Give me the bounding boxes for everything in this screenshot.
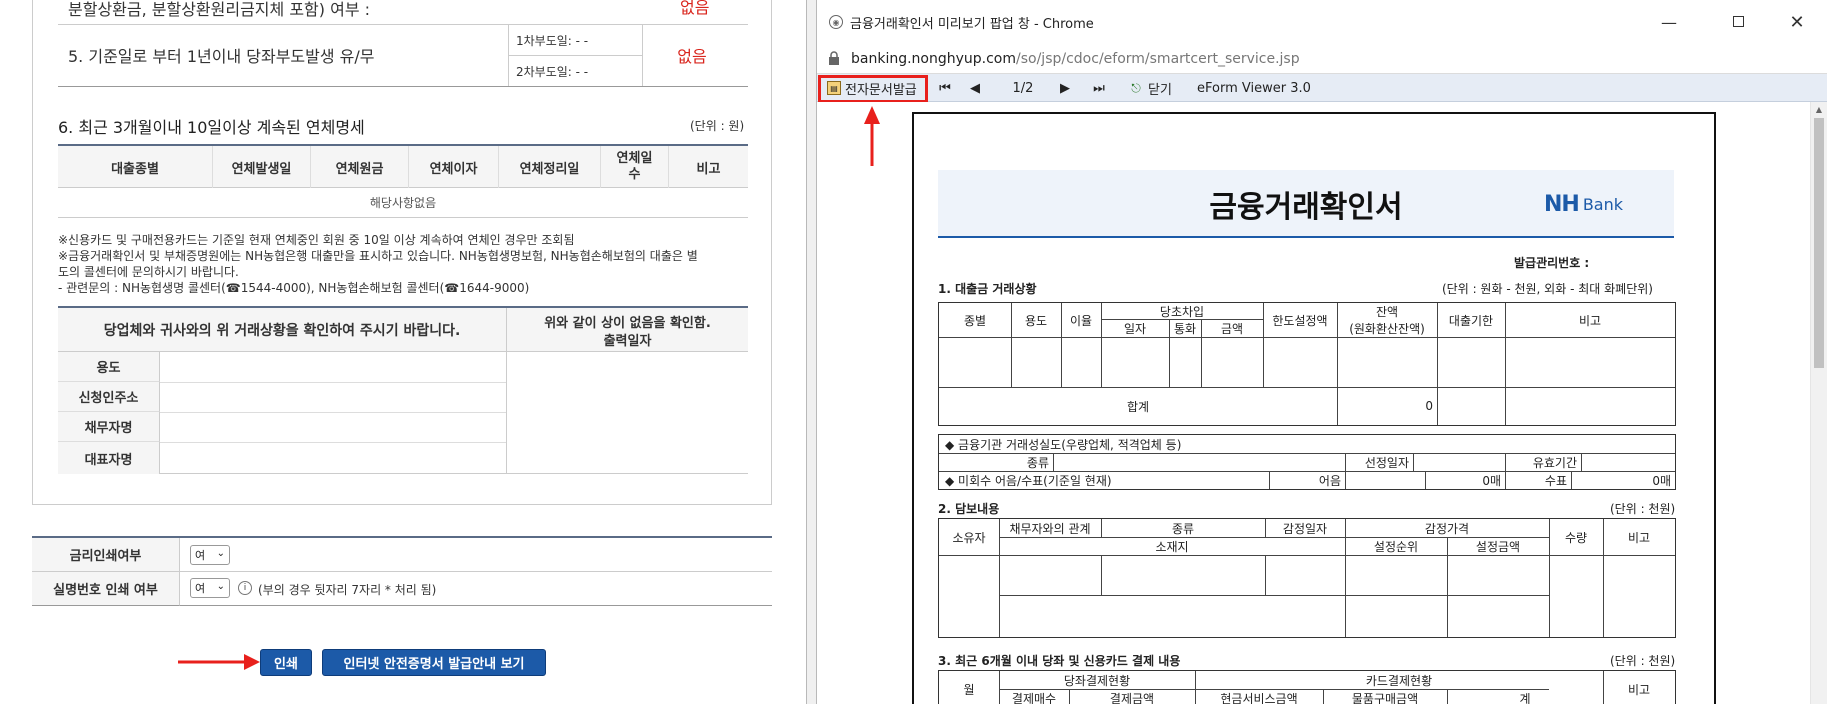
url-bar[interactable]: banking.nonghyup.com/so/jsp/cdoc/eform/s… [817,44,1827,74]
table6-empty: 해당사항없음 [58,188,748,218]
item5-line1: 1차부도일: - - [516,34,589,48]
item5-text: 5. 기준일로 부터 1년이내 당좌부도발생 유/무 [68,47,375,66]
note-2: ※금융거래확인서 및 부채증명원에는 NH농협은행 대출만을 표시하고 있습니다… [58,249,698,263]
scroll-thumb[interactable] [1814,118,1824,368]
print-button[interactable]: 인쇄 [260,649,312,676]
s1-table: 종별 용도 이율 당초차입 일자 통화 금액 한도설정액 잔액 (원화환산잔액)… [938,302,1676,426]
scrollbar[interactable]: ▲ [1810,102,1827,704]
note-1: ※신용카드 및 구매전용카드는 기준일 현재 연체중인 회원 중 10일 이상 … [58,233,575,247]
window-title: 금융거래확인서 미리보기 팝업 창 - Chrome [850,16,1094,32]
chevron-down-icon: ⌄ [216,581,225,592]
exit-icon: ⎋ [1131,80,1141,95]
url-path: /so/jsp/cdoc/eform/smartcert_service.jsp [1016,51,1300,67]
url-domain: banking.nonghyup.com [851,51,1017,67]
window-divider [806,0,817,704]
document-page: 금융거래확인서 NH Bank 발급관리번호 : 1. 대출금 거래상황 (단위 … [912,112,1716,704]
globe-icon: ◉ [829,15,843,29]
issue-number-label: 발급관리번호 : [1514,256,1590,270]
s2-title: 2. 담보내용 [938,502,1000,516]
section6-title: 6. 최근 3개월이내 10일이상 계속된 연체명세 [58,118,365,137]
opt2-label: 실명번호 인쇄 여부 [32,572,180,606]
chevron-down-icon: ⌄ [216,548,225,559]
item5-value: 없음 [677,47,707,66]
s1-unit: (단위 : 원화 - 천원, 외화 - 최대 화폐단위) [1442,282,1653,296]
note-4: - 관련문의 : NH농협생명 콜센터(☎1544-4000), NH농협손해보… [58,281,530,295]
red-up-arrow-icon [864,106,880,166]
viewer-toolbar: ▤ 전자문서발급 ⏮ ◀ 1/2 ▶ ⏭ ⎋ 닫기 eForm Viewer 3… [817,74,1827,103]
info-icon: i [238,581,252,595]
confirm-right2: 출력일자 [603,334,652,349]
confirm-right1: 위와 같이 상이 없음을 확인함. [544,316,711,331]
first-page-icon[interactable]: ⏮ [935,78,955,98]
next-page-icon[interactable]: ▶ [1055,78,1075,98]
close-button[interactable]: 닫기 [1148,78,1172,98]
viewer-name: eForm Viewer 3.0 [1197,80,1311,96]
s2-table: 소유자 채무자와의 관계 종류 감정일자 감정가격 수량 비고 소재지 설정순위… [938,518,1676,638]
red-arrow-icon [178,654,260,670]
scroll-up-icon[interactable]: ▲ [1811,102,1827,116]
last-page-icon[interactable]: ⏭ [1089,78,1109,98]
document-icon: ▤ [827,81,841,95]
s1-title: 1. 대출금 거래상황 [938,282,1037,296]
minimize-icon[interactable]: — [1657,10,1681,34]
confirm-row-debtor: 채무자명 [58,412,160,442]
prev-page-icon[interactable]: ◀ [965,78,985,98]
confirm-row-address: 신청인주소 [58,382,160,412]
item4-text: 분할상환금, 분할상환원리금지체 포함) 여부 : [68,0,371,19]
confirm-row-usage: 용도 [58,352,160,382]
title-bar: ◉ 금융거래확인서 미리보기 팝업 창 - Chrome — ✕ [817,0,1827,44]
lock-icon [829,51,839,65]
section6-unit: (단위 : 원) [690,119,745,133]
note-3: 도의 콜센터에 문의하시기 바랍니다. [58,265,239,279]
confirm-row-ceo: 대표자명 [58,442,160,474]
issue-button[interactable]: 전자문서발급 [845,78,917,98]
guide-button[interactable]: 인터넷 안전증명서 발급안내 보기 [322,649,546,676]
maximize-icon[interactable] [1733,16,1744,27]
table6-header: 대출종별 연체발생일 연체원금 연체이자 연체정리일 연체일수 비고 [58,144,748,188]
item5-line2: 2차부도일: - - [516,65,589,79]
close-icon[interactable]: ✕ [1785,10,1809,34]
preview-popup-window: ◉ 금융거래확인서 미리보기 팝업 창 - Chrome — ✕ banking… [817,0,1827,704]
confirm-text: 당업체와 귀사와의 위 거래상황을 확인하여 주시기 바랍니다. [58,308,506,352]
s3-table: 월 당좌결제현황 카드결제현황 비고 결제매수 결제금액 현금서비스금액 물품구… [938,670,1676,704]
s1-total-value: 0 [1425,399,1433,413]
s1-total-label: 합계 [1126,399,1150,414]
s2-unit: (단위 : 천원) [1610,502,1676,516]
opt2-note: (부의 경우 뒷자리 7자리 * 처리 됨) [258,583,437,597]
s3-unit: (단위 : 천원) [1610,654,1676,668]
opt2-select[interactable]: 여 ⌄ [190,578,230,598]
bank-page: 분할상환금, 분할상환원리금지체 포함) 여부 : 없음 5. 기준일로 부터 … [0,0,806,704]
page-indicator: 1/2 [1012,80,1034,96]
s3-title: 3. 최근 6개월 이내 당좌 및 신용카드 결제 내용 [938,654,1181,668]
opt1-label: 금리인쇄여부 [32,538,180,572]
item4-value: 없음 [680,0,710,17]
nh-bank-logo: NH Bank [1544,191,1624,217]
confirm-table: 당업체와 귀사와의 위 거래상황을 확인하여 주시기 바랍니다. 위와 같이 상… [58,306,748,474]
opt1-select[interactable]: 여 ⌄ [190,545,230,565]
s1b-table: ◆ 금융기관 거래성실도(우량업체, 적격업체 등) 종류 선정일자 유효기간 … [938,434,1676,490]
